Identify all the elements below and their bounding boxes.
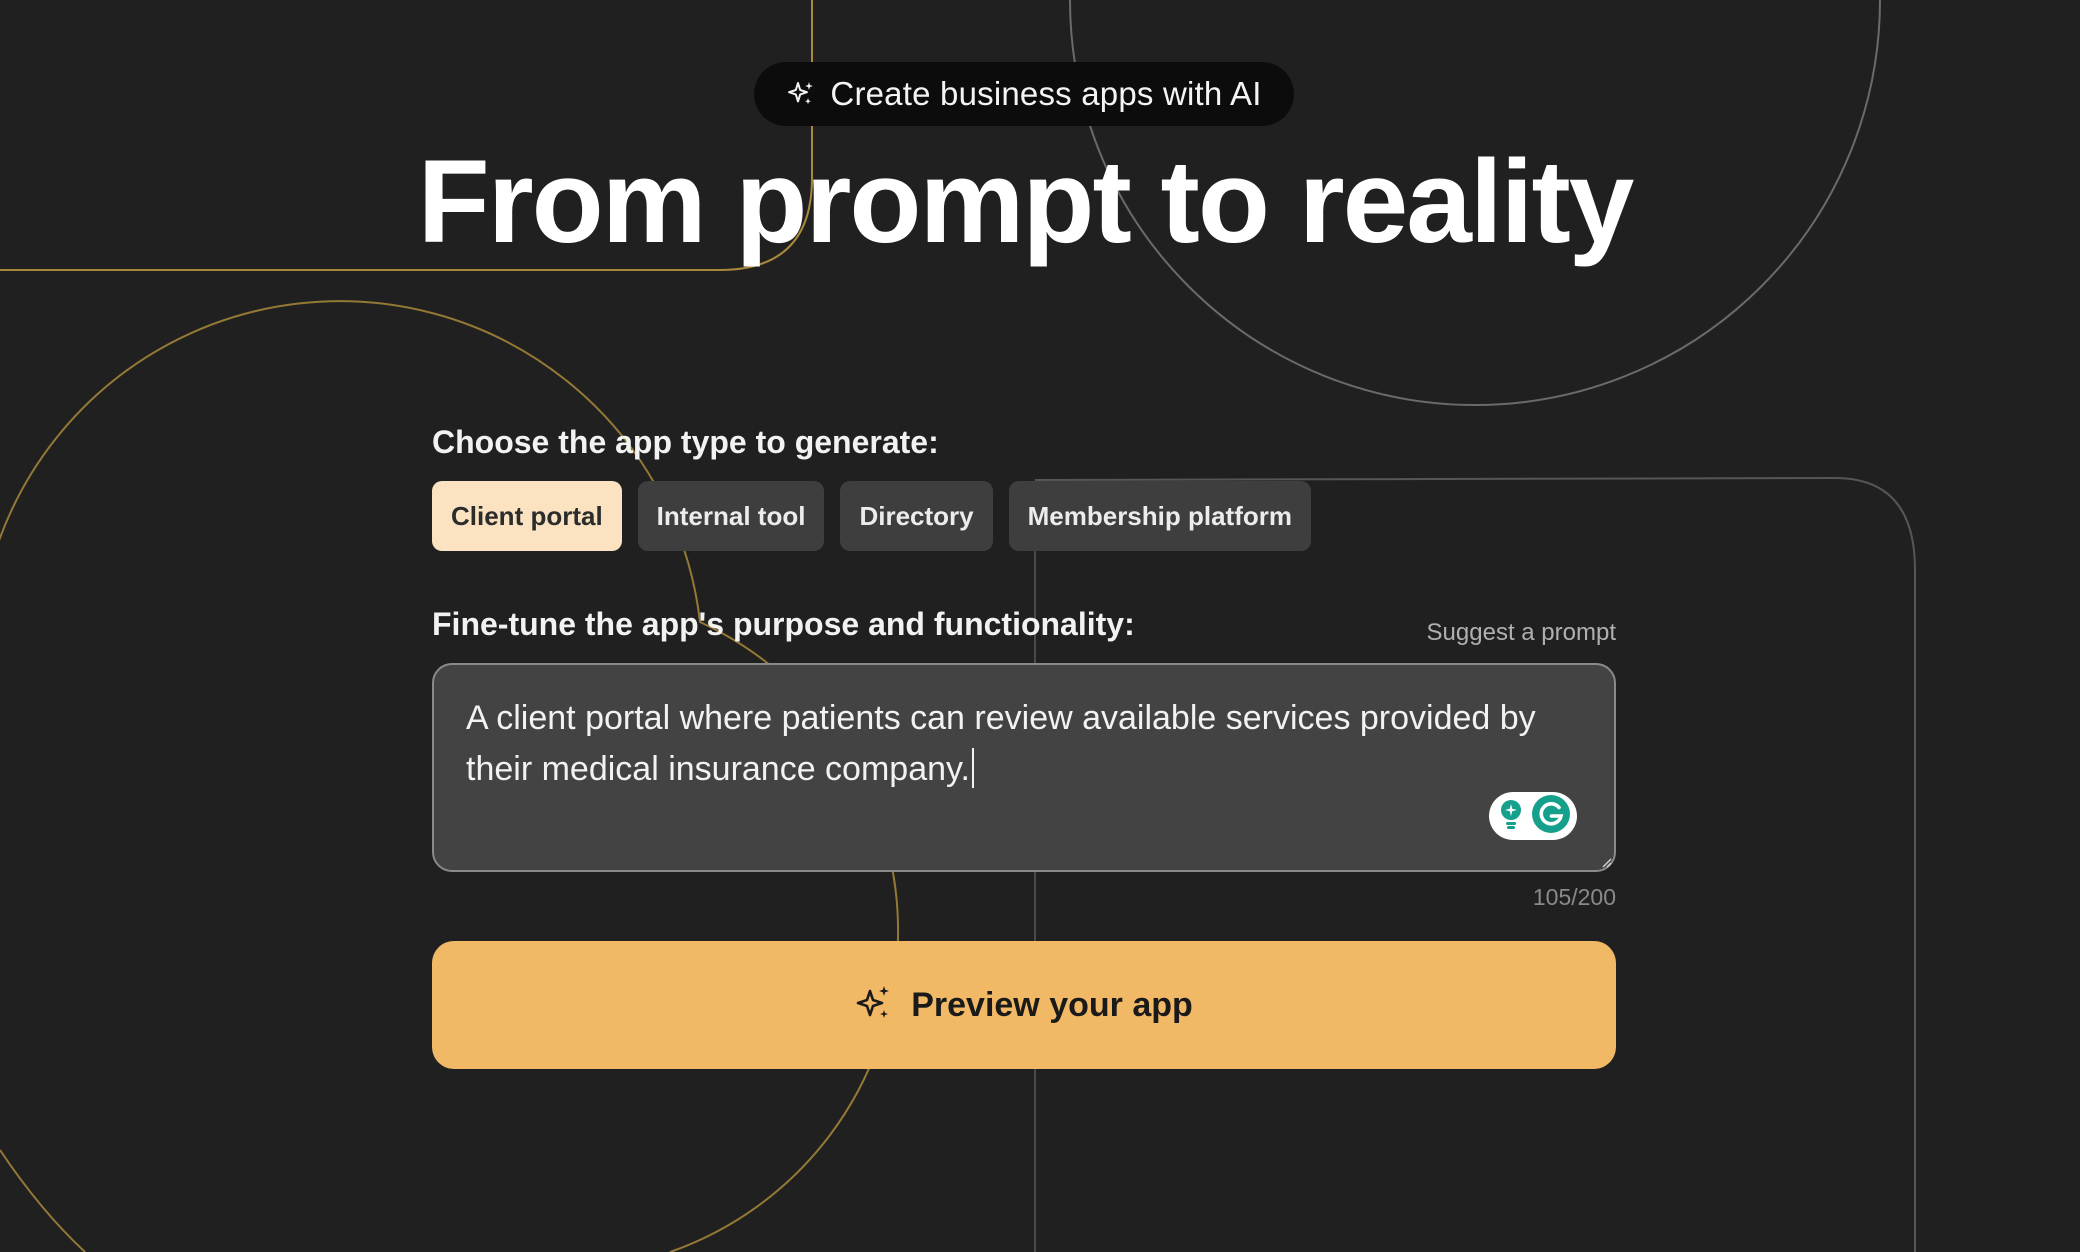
- sparkles-icon: [786, 79, 816, 109]
- app-type-chips: Client portal Internal tool Directory Me…: [432, 481, 1311, 551]
- prompt-label: Fine-tune the app's purpose and function…: [432, 606, 1135, 642]
- chip-directory[interactable]: Directory: [840, 481, 993, 551]
- character-counter: 105/200: [1532, 884, 1616, 910]
- suggest-prompt-link[interactable]: Suggest a prompt: [1427, 619, 1616, 647]
- resize-handle-icon[interactable]: [1600, 856, 1612, 868]
- prompt-text: A client portal where patients can revie…: [466, 699, 1536, 788]
- prompt-textarea[interactable]: A client portal where patients can revie…: [432, 663, 1616, 872]
- chip-internal-tool[interactable]: Internal tool: [637, 481, 825, 551]
- grammarly-widget[interactable]: [1489, 792, 1577, 840]
- sparkles-icon: [855, 983, 893, 1028]
- page-title: From prompt to reality: [417, 136, 1635, 268]
- lightbulb-icon[interactable]: [1496, 797, 1526, 836]
- ai-badge: Create business apps with AI: [754, 62, 1294, 126]
- badge-text: Create business apps with AI: [830, 75, 1262, 112]
- preview-app-button[interactable]: Preview your app: [432, 941, 1616, 1069]
- chip-client-portal[interactable]: Client portal: [432, 481, 622, 551]
- grammarly-icon[interactable]: [1531, 794, 1571, 839]
- preview-button-label: Preview your app: [911, 985, 1193, 1024]
- app-type-label: Choose the app type to generate:: [432, 424, 939, 460]
- chip-membership-platform[interactable]: Membership platform: [1008, 481, 1311, 551]
- text-caret: [971, 748, 974, 788]
